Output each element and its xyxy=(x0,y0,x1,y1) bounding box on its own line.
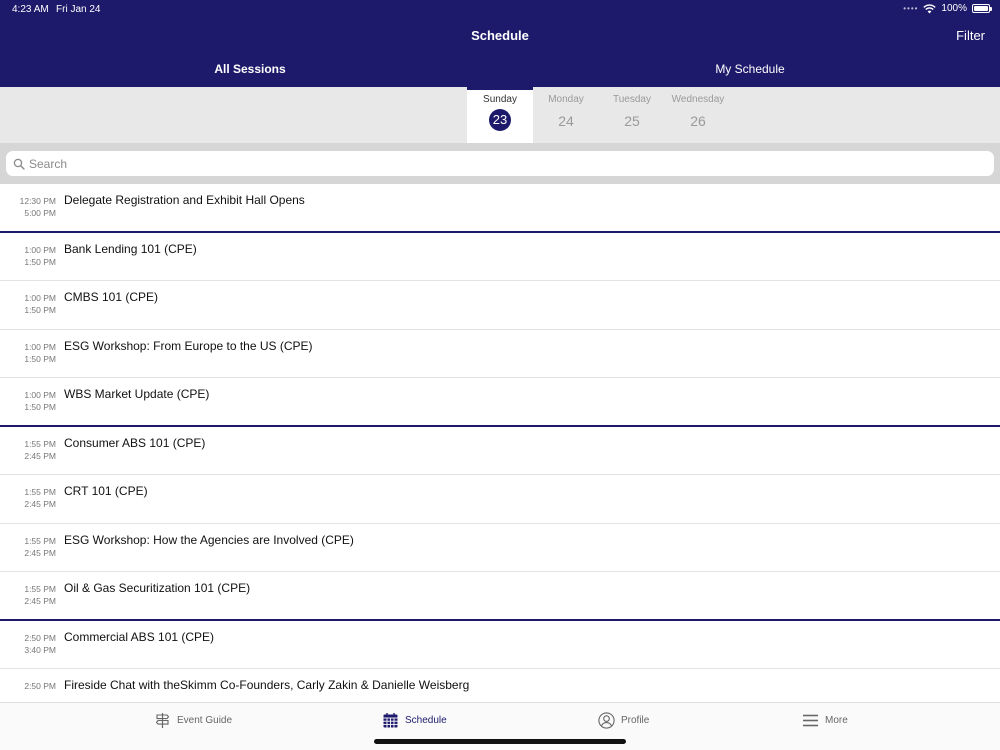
session-title: Consumer ABS 101 (CPE) xyxy=(64,435,206,450)
start-time: 1:00 PM xyxy=(24,341,56,352)
session-title: CMBS 101 (CPE) xyxy=(64,290,159,304)
end-time: 2:45 PM xyxy=(24,547,56,558)
day-tuesday[interactable]: Tuesday 25 xyxy=(599,87,665,143)
day-name: Wednesday xyxy=(671,94,725,105)
session-times: 1:55 PM 2:45 PM xyxy=(0,475,56,523)
session-times: 1:55 PM 2:45 PM xyxy=(0,524,56,572)
end-time: 3:40 PM xyxy=(24,644,56,655)
day-name: Sunday xyxy=(483,94,517,105)
session-row[interactable]: 1:55 PM 2:45 PM Oil & Gas Securitization … xyxy=(0,572,1000,621)
tab-label: Schedule xyxy=(405,715,447,726)
page-title: Schedule xyxy=(471,28,529,43)
session-title: CRT 101 (CPE) xyxy=(64,484,148,498)
session-times: 1:55 PM 2:45 PM xyxy=(0,427,56,475)
day-wednesday[interactable]: Wednesday 26 xyxy=(665,87,731,143)
tab-my-schedule[interactable]: My Schedule xyxy=(500,62,1000,76)
status-time: 4:23 AM xyxy=(12,4,49,15)
session-row[interactable]: 2:50 PM Fireside Chat with theSkimm Co-F… xyxy=(0,669,1000,702)
tab-schedule[interactable]: Schedule xyxy=(382,712,447,729)
search-input[interactable] xyxy=(29,156,969,171)
session-title: Bank Lending 101 (CPE) xyxy=(64,241,197,256)
day-name: Monday xyxy=(548,94,584,105)
start-time: 1:55 PM xyxy=(24,535,56,546)
cellular-signal-icon: •••• xyxy=(903,4,919,13)
end-time: 5:00 PM xyxy=(24,208,56,218)
start-time: 1:00 PM xyxy=(24,293,56,303)
tab-all-sessions[interactable]: All Sessions xyxy=(0,62,500,76)
end-time: 2:45 PM xyxy=(24,596,56,606)
day-number: 24 xyxy=(558,113,574,129)
search-bar xyxy=(0,143,1000,184)
battery-percent: 100% xyxy=(941,3,967,14)
start-time: 2:50 PM xyxy=(24,632,56,643)
start-time: 1:00 PM xyxy=(24,390,56,400)
session-times: 1:55 PM 2:45 PM xyxy=(0,572,56,619)
tab-event-guide[interactable]: Event Guide xyxy=(154,712,232,729)
signpost-icon xyxy=(155,713,170,728)
calendar-icon xyxy=(383,713,398,728)
start-time: 1:55 PM xyxy=(24,487,56,497)
tab-profile[interactable]: Profile xyxy=(598,712,649,729)
start-time: 1:00 PM xyxy=(24,244,56,255)
battery-icon xyxy=(972,4,992,13)
session-times: 1:00 PM 1:50 PM xyxy=(0,281,56,329)
start-time: 1:55 PM xyxy=(24,438,56,449)
tab-label: Profile xyxy=(621,715,650,726)
session-times: 1:00 PM 1:50 PM xyxy=(0,378,56,425)
session-row[interactable]: 1:00 PM 1:50 PM WBS Market Update (CPE) xyxy=(0,378,1000,427)
end-time: 1:50 PM xyxy=(24,305,56,315)
end-time: 2:45 PM xyxy=(24,450,56,461)
day-monday[interactable]: Monday 24 xyxy=(533,87,599,143)
day-number: 25 xyxy=(624,113,640,129)
session-row[interactable]: 12:30 PM 5:00 PM Delegate Registration an… xyxy=(0,184,1000,233)
session-times: 2:50 PM 3:40 PM xyxy=(0,621,56,669)
session-times: 1:00 PM 1:50 PM xyxy=(0,330,56,378)
session-row[interactable]: 1:00 PM 1:50 PM Bank Lending 101 (CPE) xyxy=(0,233,1000,281)
session-title: Oil & Gas Securitization 101 (CPE) xyxy=(64,581,251,595)
start-time: 1:55 PM xyxy=(24,584,56,594)
session-row[interactable]: 1:55 PM 2:45 PM CRT 101 (CPE) xyxy=(0,475,1000,524)
day-number: 23 xyxy=(489,109,511,131)
home-indicator xyxy=(374,739,626,744)
session-times: 1:00 PM 1:50 PM xyxy=(0,233,56,281)
session-title: Delegate Registration and Exhibit Hall O… xyxy=(64,193,305,207)
top-navigation: 4:23 AM Fri Jan 24 •••• 100% Schedule Fi… xyxy=(0,0,1000,87)
day-picker: Sunday 23 Monday 24 Tuesday 25 Wednesday… xyxy=(0,87,1000,143)
session-times: 2:50 PM xyxy=(0,669,56,702)
status-indicators: •••• 100% xyxy=(903,3,992,14)
session-row[interactable]: 1:00 PM 1:50 PM CMBS 101 (CPE) xyxy=(0,281,1000,330)
search-icon xyxy=(13,158,25,170)
session-row[interactable]: 1:00 PM 1:50 PM ESG Workshop: From Europe… xyxy=(0,330,1000,378)
tab-label: Event Guide xyxy=(177,715,233,726)
session-title: ESG Workshop: How the Agencies are Invol… xyxy=(64,532,354,547)
status-bar: 4:23 AM Fri Jan 24 •••• 100% xyxy=(0,0,1000,18)
tab-label: More xyxy=(825,715,848,726)
start-time: 12:30 PM xyxy=(19,196,56,206)
end-time: 1:50 PM xyxy=(24,353,56,364)
status-date: Fri Jan 24 xyxy=(56,4,101,15)
wifi-icon xyxy=(923,3,937,13)
menu-icon xyxy=(803,714,818,727)
day-number: 26 xyxy=(690,113,706,129)
session-title: Commercial ABS 101 (CPE) xyxy=(64,629,215,644)
profile-icon xyxy=(598,712,615,729)
day-sunday[interactable]: Sunday 23 xyxy=(467,87,533,143)
session-title: Fireside Chat with theSkimm Co-Founders,… xyxy=(64,678,470,692)
session-row[interactable]: 1:55 PM 2:45 PM Consumer ABS 101 (CPE) xyxy=(0,427,1000,475)
session-row[interactable]: 1:55 PM 2:45 PM ESG Workshop: How the Age… xyxy=(0,524,1000,572)
end-time: 1:50 PM xyxy=(24,402,56,412)
day-name: Tuesday xyxy=(613,94,651,105)
end-time: 1:50 PM xyxy=(24,256,56,267)
session-times: 12:30 PM 5:00 PM xyxy=(0,184,56,231)
session-row[interactable]: 2:50 PM 3:40 PM Commercial ABS 101 (CPE) xyxy=(0,621,1000,669)
session-title: WBS Market Update (CPE) xyxy=(64,387,210,401)
session-list: 12:30 PM 5:00 PM Delegate Registration an… xyxy=(0,184,1000,702)
search-box[interactable] xyxy=(6,151,994,176)
tab-more[interactable]: More xyxy=(802,712,848,729)
start-time: 2:50 PM xyxy=(24,681,56,691)
filter-button[interactable]: Filter xyxy=(956,28,985,43)
end-time: 2:45 PM xyxy=(24,499,56,509)
session-title: ESG Workshop: From Europe to the US (CPE… xyxy=(64,338,313,353)
